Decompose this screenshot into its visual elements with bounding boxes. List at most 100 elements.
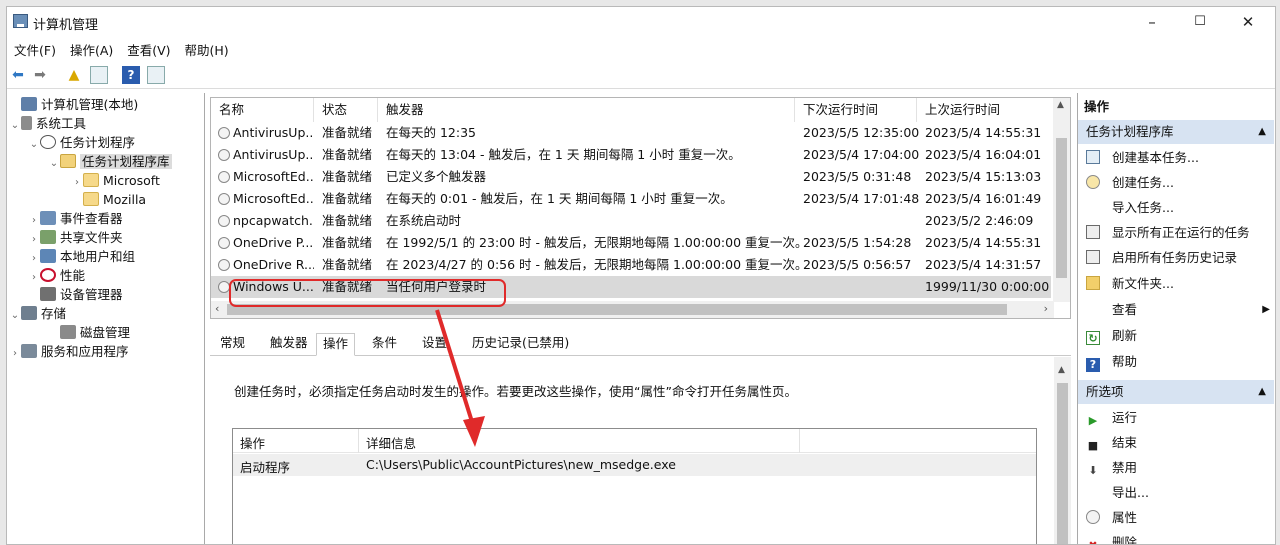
scroll-thumb[interactable] <box>1057 383 1068 544</box>
show-hide-tree-icon[interactable] <box>90 66 108 84</box>
scroll-right-icon[interactable]: › <box>1044 302 1048 315</box>
task-row[interactable]: OneDrive R... 准备就绪在 2023/4/27 的 0:56 时 - … <box>211 254 1051 276</box>
tree-item-event-viewer[interactable]: › 事件查看器 <box>28 209 123 228</box>
delete-icon: ✖ <box>1086 539 1100 544</box>
task-row[interactable]: AntivirusUp... 准备就绪 在每天的 12:35 2023/5/5 12:… <box>211 122 1051 144</box>
close-button[interactable]: ✕ <box>1225 7 1271 37</box>
disk-icon <box>60 325 76 339</box>
device-manager-icon <box>40 287 56 301</box>
actions-description: 创建任务时，必须指定任务启动时发生的操作。若要更改这些操作，使用“属性”命令打开… <box>234 384 797 399</box>
collapse-icon: ▲ <box>1258 386 1266 397</box>
task-list-vertical-scrollbar[interactable]: ▲ <box>1053 98 1070 302</box>
column-header-status[interactable]: 状态 <box>314 98 378 122</box>
action-help[interactable]: ? 帮助 <box>1086 350 1137 374</box>
task-clock-icon <box>218 215 230 227</box>
section-selected-item[interactable]: 所选项 ▲ <box>1078 380 1274 404</box>
properties-icon[interactable] <box>147 66 165 84</box>
help-icon: ? <box>1086 358 1100 372</box>
users-icon <box>40 249 56 263</box>
minimize-button[interactable]: – <box>1129 7 1175 37</box>
action-enable-history[interactable]: 启用所有任务历史记录 <box>1086 246 1237 270</box>
event-viewer-icon <box>40 211 56 225</box>
task-row[interactable]: OneDrive P... 准备就绪在 1992/5/1 的 23:00 时 - … <box>211 232 1051 254</box>
navigation-tree: 计算机管理(本地) ⌄ 系统工具 ⌄ 任务计划程序 ⌄ 任务计划程序库 › Micros… <box>7 93 205 544</box>
tab-triggers[interactable]: 触发器 <box>264 333 314 356</box>
tab-history[interactable]: 历史记录(已禁用) <box>466 333 575 356</box>
folder-up-icon[interactable]: ▲ <box>65 66 83 84</box>
task-row[interactable]: MicrosoftEd... 准备就绪 在每天的 0:01 - 触发后，在 1 天 … <box>211 188 1051 210</box>
column-header-name[interactable]: 名称 <box>211 98 314 122</box>
back-icon[interactable]: ⬅ <box>9 66 27 84</box>
column-header-trigger[interactable]: 触发器 <box>378 98 795 122</box>
column-header-next-run[interactable]: 下次运行时间 <box>795 98 917 122</box>
column-header-action[interactable]: 操作 <box>240 433 265 452</box>
window-title: 计算机管理 <box>33 18 99 33</box>
tree-item-system-tools[interactable]: ⌄ 系统工具 <box>9 114 86 133</box>
end-icon: ■ <box>1087 439 1099 452</box>
services-icon <box>21 344 37 358</box>
tree-item-shared-folders[interactable]: › 共享文件夹 <box>28 228 123 247</box>
computer-management-icon <box>13 14 28 28</box>
computer-management-window: 计算机管理 – ☐ ✕ 文件(F) 操作(A) 查看(V) 帮助(H) ⬅ ➡ … <box>6 6 1276 545</box>
folder-icon <box>83 173 99 187</box>
performance-icon <box>40 268 56 282</box>
scroll-thumb[interactable] <box>1056 138 1067 278</box>
column-header-details[interactable]: 详细信息 <box>366 433 416 452</box>
task-clock-icon <box>218 171 230 183</box>
task-row[interactable]: AntivirusUp... 准备就绪 在每天的 13:04 - 触发后，在 1 天… <box>211 144 1051 166</box>
tab-settings[interactable]: 设置 <box>416 333 453 356</box>
help-icon[interactable]: ? <box>122 66 140 84</box>
tree-item-local-users-groups[interactable]: › 本地用户和组 <box>28 247 135 266</box>
tree-item-device-manager[interactable]: 设备管理器 <box>28 285 123 304</box>
action-run[interactable]: ▶ 运行 <box>1086 406 1137 430</box>
tree-item-disk-management[interactable]: 磁盘管理 <box>48 323 130 342</box>
storage-icon <box>21 306 37 320</box>
tree-item-storage[interactable]: ⌄ 存储 <box>9 304 66 323</box>
action-import-task[interactable]: 导入任务... <box>1086 196 1174 220</box>
section-task-library[interactable]: 任务计划程序库 ▲ <box>1078 120 1274 144</box>
menu-action[interactable]: 操作(A) <box>63 37 113 59</box>
tree-item-computer-management[interactable]: 计算机管理(本地) <box>9 95 138 114</box>
action-delete[interactable]: ✖删除 <box>1086 531 1137 544</box>
menu-view[interactable]: 查看(V) <box>120 37 170 59</box>
tab-general[interactable]: 常规 <box>214 333 251 356</box>
tree-item-task-scheduler-library[interactable]: ⌄ 任务计划程序库 <box>48 152 172 171</box>
title-bar: 计算机管理 – ☐ ✕ <box>7 7 1275 37</box>
action-refresh[interactable]: ↻ 刷新 <box>1086 324 1137 348</box>
action-new-folder[interactable]: 新文件夹... <box>1086 272 1174 296</box>
menu-file[interactable]: 文件(F) <box>7 37 56 59</box>
action-properties[interactable]: 属性 <box>1086 506 1137 530</box>
action-end[interactable]: ■ 结束 <box>1086 431 1137 455</box>
maximize-button[interactable]: ☐ <box>1177 7 1223 37</box>
tree-item-task-scheduler[interactable]: ⌄ 任务计划程序 <box>28 133 135 152</box>
folder-clock-icon <box>60 154 76 168</box>
column-header-last-run[interactable]: 上次运行时间 <box>917 98 1054 122</box>
folder-icon <box>83 192 99 206</box>
action-view[interactable]: 查看 ▶ <box>1086 298 1270 322</box>
action-create-task[interactable]: 创建任务... <box>1086 171 1174 195</box>
task-row[interactable]: npcapwatch... 准备就绪 在系统启动时 2023/5/2 2:46:09 <box>211 210 1051 232</box>
action-export[interactable]: 导出... <box>1086 481 1149 505</box>
shared-folder-icon <box>40 230 56 244</box>
tree-item-microsoft[interactable]: › Microsoft <box>71 171 160 190</box>
run-icon: ▶ <box>1088 414 1098 427</box>
action-row[interactable]: 启动程序 C:\Users\Public\AccountPictures\new… <box>233 454 1036 476</box>
task-row[interactable]: MicrosoftEd... 准备就绪 已定义多个触发器 2023/5/5 0:31:… <box>211 166 1051 188</box>
disable-icon: ⬇ <box>1088 464 1098 477</box>
detail-vertical-scrollbar[interactable]: ▲ <box>1054 357 1071 544</box>
scroll-left-icon[interactable]: ‹ <box>215 302 219 315</box>
scroll-up-icon[interactable]: ▲ <box>1058 365 1065 375</box>
tab-conditions[interactable]: 条件 <box>366 333 403 356</box>
create-task-icon <box>1086 175 1100 189</box>
tab-actions[interactable]: 操作 <box>316 333 356 356</box>
action-show-running-tasks[interactable]: 显示所有正在运行的任务 <box>1086 221 1250 245</box>
scroll-up-icon[interactable]: ▲ <box>1057 100 1064 110</box>
forward-icon[interactable]: ➡ <box>31 66 49 84</box>
tree-item-performance[interactable]: › 性能 <box>28 266 85 285</box>
action-create-basic-task[interactable]: 创建基本任务... <box>1086 146 1199 170</box>
tree-item-services-applications[interactable]: › 服务和应用程序 <box>9 342 129 361</box>
action-disable[interactable]: ⬇ 禁用 <box>1086 456 1137 480</box>
menu-help[interactable]: 帮助(H) <box>178 37 229 59</box>
task-clock-icon <box>218 127 230 139</box>
tree-item-mozilla[interactable]: Mozilla <box>71 190 146 209</box>
